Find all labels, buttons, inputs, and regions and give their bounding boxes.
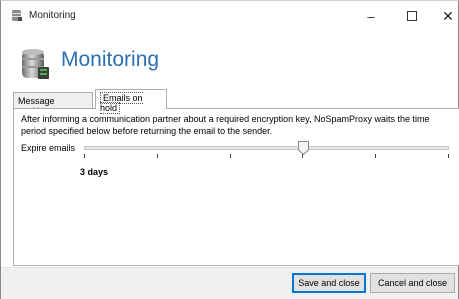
cancel-and-close-button[interactable]: Cancel and close [370, 273, 455, 293]
close-icon: ✕ [442, 7, 454, 24]
tab-panel: After informing a communication partner … [13, 108, 459, 266]
save-and-close-button[interactable]: Save and close [292, 273, 366, 293]
window-title: Monitoring [29, 10, 76, 21]
maximize-button[interactable] [397, 5, 427, 27]
database-server-icon [22, 49, 49, 79]
slider-tick [157, 154, 158, 158]
database-icon [12, 10, 22, 21]
expire-emails-label: Expire emails [21, 143, 76, 153]
page-title: Monitoring [61, 48, 160, 71]
slider-value-label: 3 days [80, 167, 109, 177]
tab-emails-on-hold[interactable]: Emails on hold [95, 89, 167, 114]
minimize-button[interactable]: – [356, 5, 386, 27]
maximize-icon [407, 11, 417, 21]
slider-tick [375, 154, 376, 158]
description-text: After informing a communication partner … [21, 114, 430, 136]
expire-slider-track[interactable] [84, 146, 449, 150]
expire-slider-thumb[interactable] [297, 141, 309, 155]
slider-tick [230, 154, 231, 158]
close-button[interactable]: ✕ [433, 5, 459, 27]
slider-tick [84, 154, 85, 158]
minimize-icon: – [367, 8, 375, 24]
tab-message-tracking[interactable]: Message tracking [13, 92, 93, 116]
slider-tick [448, 154, 449, 158]
title-bar: Monitoring – ✕ [1, 1, 458, 31]
